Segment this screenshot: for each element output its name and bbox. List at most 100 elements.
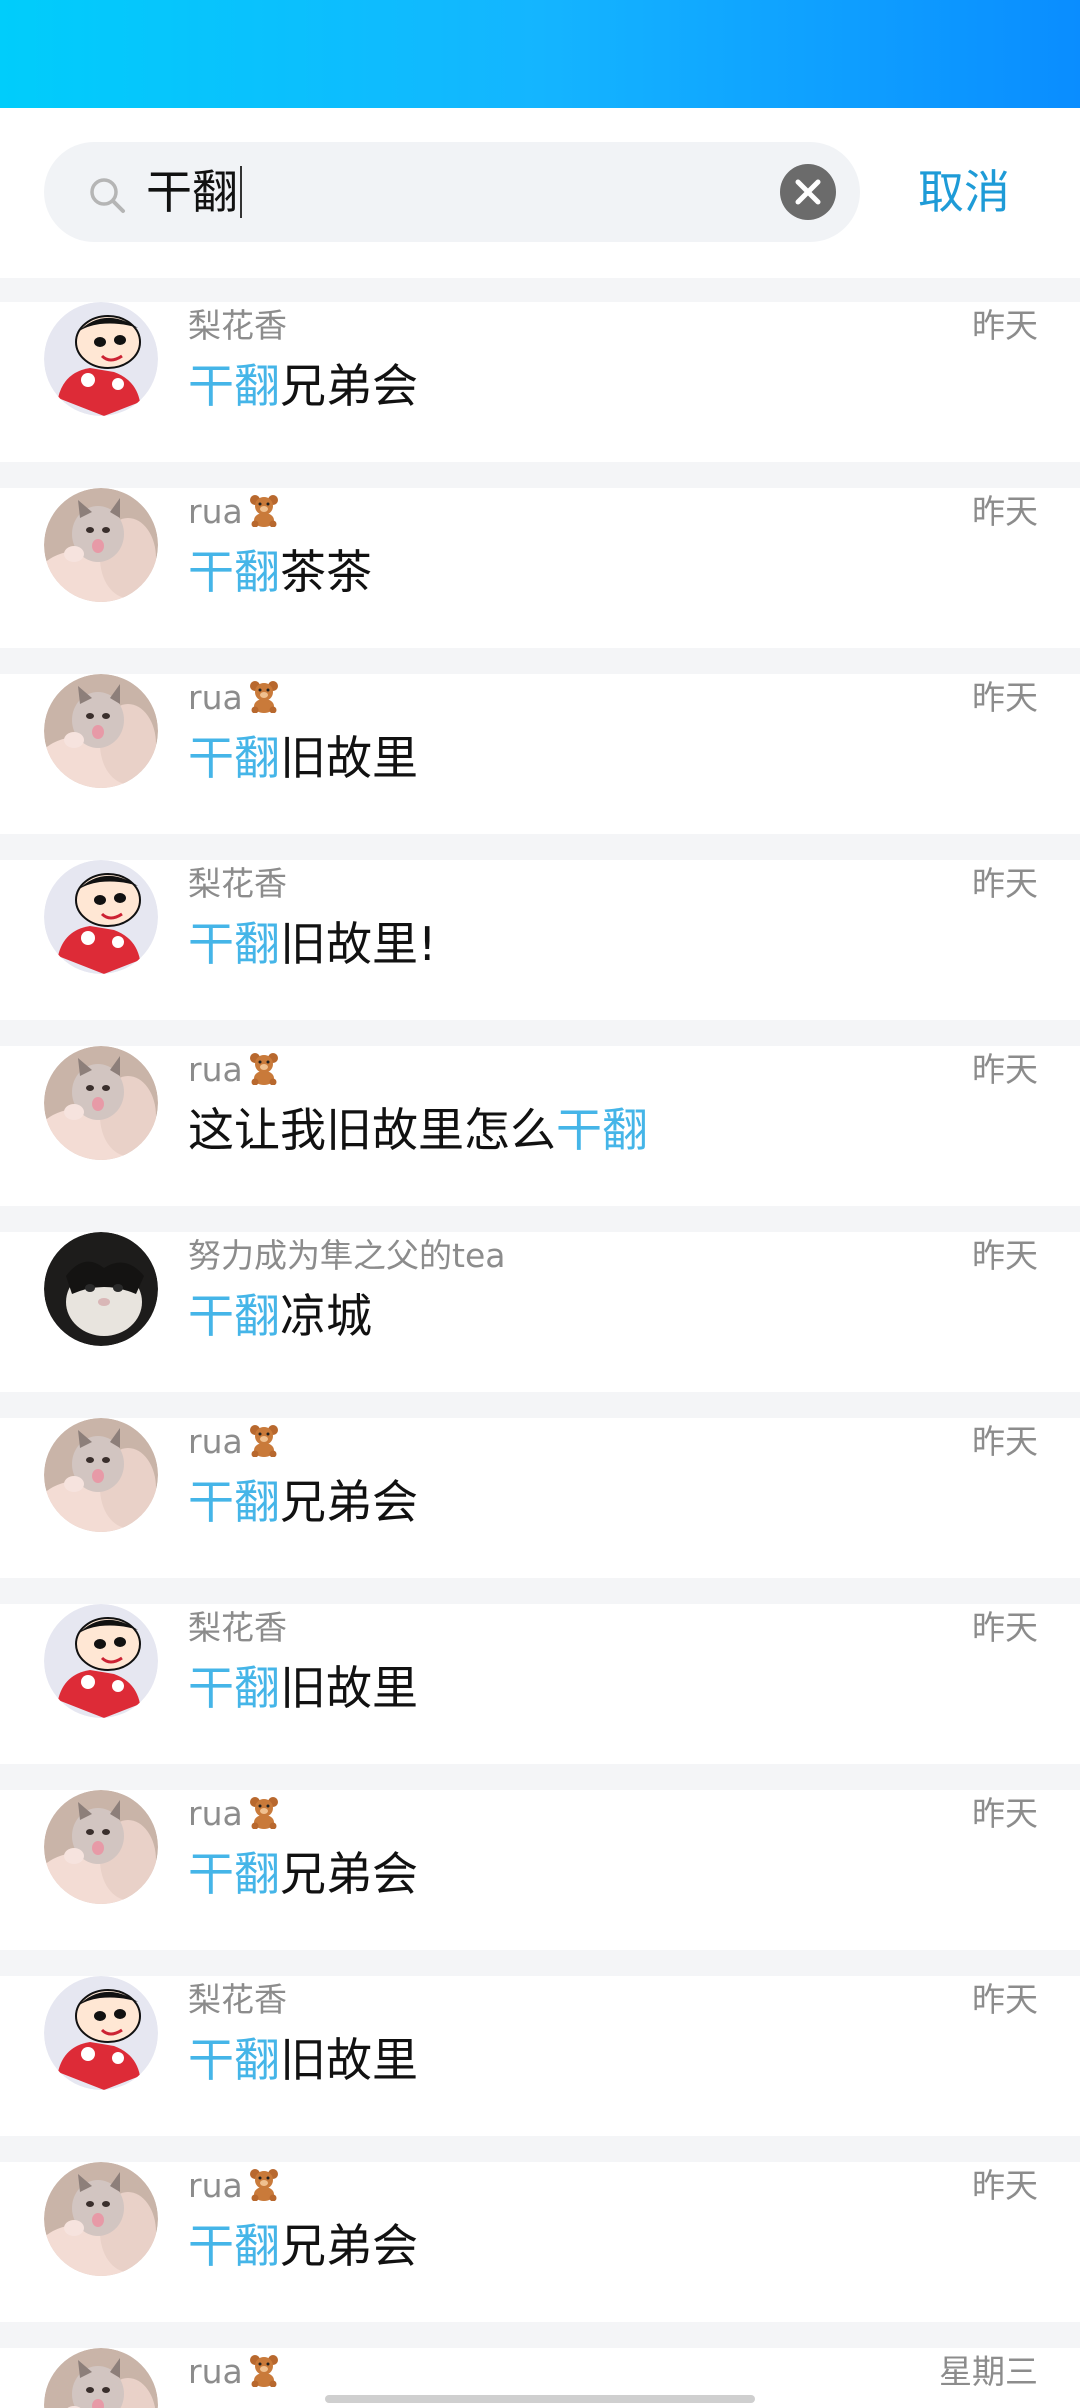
- message-snippet: 干翻茶茶: [188, 542, 372, 602]
- shinchan-avatar[interactable]: [44, 1976, 158, 2090]
- teddy-bear-emoji-icon: [249, 1797, 278, 1829]
- message-snippet: 干翻旧故里!: [188, 914, 436, 974]
- kitten-avatar[interactable]: [44, 2348, 158, 2408]
- sender-name-text: 努力成为隼之父的tea: [188, 1236, 506, 1275]
- search-result-row[interactable]: 梨花香 昨天干翻旧故里: [0, 1976, 1080, 2136]
- message-snippet: 这让我旧故里怎么干翻: [188, 1100, 648, 1160]
- kitten-avatar[interactable]: [44, 1790, 158, 1904]
- teddy-bear-emoji-icon: [249, 681, 278, 713]
- message-snippet: 干翻旧故里: [188, 1658, 418, 1718]
- message-snippet: 干翻兄弟会: [188, 356, 418, 416]
- sender-name-text: 梨花香: [188, 1608, 287, 1647]
- snippet-keyword-highlight: 干翻: [188, 1847, 280, 1901]
- kitten-avatar[interactable]: [44, 2162, 158, 2276]
- message-snippet: 干翻凉城: [188, 1286, 372, 1346]
- snippet-text: 兄弟会: [280, 2219, 418, 2273]
- message-time: 昨天: [972, 1422, 1038, 1461]
- snippet-text: 兄弟会: [280, 1847, 418, 1901]
- snippet-keyword-highlight: 干翻: [188, 359, 280, 413]
- sender-name: 梨花香: [188, 306, 287, 346]
- snippet-text: 凉城: [280, 1289, 372, 1343]
- shinchan-avatar[interactable]: [44, 302, 158, 416]
- search-result-row[interactable]: rua 昨天干翻兄弟会: [0, 1418, 1080, 1578]
- teddy-bear-emoji-icon: [249, 2355, 278, 2387]
- shinchan-avatar[interactable]: [44, 1604, 158, 1718]
- message-time: 昨天: [972, 1980, 1038, 2019]
- search-result-row[interactable]: rua 昨天干翻兄弟会: [0, 2162, 1080, 2322]
- message-time: 昨天: [972, 1608, 1038, 1647]
- message-snippet: 干翻旧故里: [188, 728, 418, 788]
- sender-name-text: rua: [188, 2352, 243, 2391]
- teddy-bear-emoji-icon: [249, 2169, 278, 2201]
- sender-name: rua: [188, 678, 281, 718]
- sender-name: rua: [188, 2166, 281, 2206]
- clear-search-button[interactable]: [780, 164, 836, 220]
- sender-name-text: rua: [188, 678, 243, 717]
- snippet-text: 兄弟会: [280, 1475, 418, 1529]
- message-time: 昨天: [972, 678, 1038, 717]
- search-query-text[interactable]: 干翻: [146, 166, 242, 218]
- sender-name: rua: [188, 1794, 281, 1834]
- close-icon: [795, 179, 821, 205]
- shinchan-avatar[interactable]: [44, 860, 158, 974]
- sender-name: rua: [188, 492, 281, 532]
- sender-name: 梨花香: [188, 1980, 287, 2020]
- snippet-keyword-highlight: 干翻: [188, 545, 280, 599]
- kitten-avatar[interactable]: [44, 674, 158, 788]
- kitten-avatar[interactable]: [44, 1418, 158, 1532]
- message-snippet: 干翻兄弟会: [188, 1472, 418, 1532]
- teddy-bear-emoji-icon: [249, 495, 278, 527]
- status-header-bar: [0, 0, 1080, 108]
- search-result-row[interactable]: rua 昨天 干翻兄弟会: [0, 1790, 1080, 1950]
- snippet-text: 旧故里: [280, 1661, 418, 1715]
- message-snippet: 干翻兄弟会: [188, 1844, 418, 1904]
- search-result-row[interactable]: rua 昨天干翻旧故里: [0, 674, 1080, 834]
- snippet-keyword-highlight: 干翻: [556, 1103, 648, 1157]
- sender-name: 梨花香: [188, 1608, 287, 1648]
- search-result-row[interactable]: 梨花香 昨天干翻旧故里!: [0, 860, 1080, 1020]
- message-time: 星期三: [939, 2352, 1038, 2391]
- sender-name-text: rua: [188, 1794, 243, 1833]
- snippet-text: 旧故里: [280, 2033, 418, 2087]
- snippet-keyword-highlight: 干翻: [188, 2033, 280, 2087]
- message-time: 昨天: [972, 864, 1038, 903]
- message-time: 昨天: [972, 492, 1038, 531]
- search-result-row[interactable]: rua 昨天 这让我旧故里怎么干翻: [0, 1046, 1080, 1206]
- search-icon: [90, 178, 125, 213]
- sender-name-text: rua: [188, 1422, 243, 1461]
- sender-name: rua: [188, 1050, 281, 1090]
- sender-name-text: rua: [188, 1050, 243, 1089]
- sender-name-text: 梨花香: [188, 864, 287, 903]
- snippet-text: 茶茶: [280, 545, 372, 599]
- sender-name: rua: [188, 1422, 281, 1462]
- black-white-cat-avatar[interactable]: [44, 1232, 158, 1346]
- sender-name: rua: [188, 2352, 281, 2392]
- search-bar: 干翻 取消: [0, 108, 1080, 278]
- snippet-text: 兄弟会: [280, 359, 418, 413]
- sender-name-text: rua: [188, 492, 243, 531]
- message-snippet: 干翻兄弟会: [188, 2216, 418, 2276]
- snippet-keyword-highlight: 干翻: [188, 917, 280, 971]
- snippet-keyword-highlight: 干翻: [188, 1289, 280, 1343]
- sender-name-text: rua: [188, 2166, 243, 2205]
- search-result-row[interactable]: 梨花香 昨天干翻旧故里: [0, 1604, 1080, 1764]
- snippet-text: 旧故里!: [280, 917, 437, 971]
- teddy-bear-emoji-icon: [249, 1425, 278, 1457]
- message-time: 昨天: [972, 2166, 1038, 2205]
- message-time: 昨天: [972, 1236, 1038, 1275]
- kitten-avatar[interactable]: [44, 488, 158, 602]
- search-result-row[interactable]: 努力成为隼之父的tea 昨天干翻凉城: [0, 1232, 1080, 1392]
- snippet-keyword-highlight: 干翻: [188, 2219, 280, 2273]
- sender-name: 梨花香: [188, 864, 287, 904]
- search-result-row[interactable]: rua 昨天干翻茶茶: [0, 488, 1080, 648]
- search-result-row[interactable]: 梨花香 昨天 干翻兄弟会: [0, 302, 1080, 462]
- cancel-button[interactable]: 取消: [918, 164, 1010, 220]
- kitten-avatar[interactable]: [44, 1046, 158, 1160]
- snippet-text: 这让我旧故里怎么: [188, 1103, 556, 1157]
- search-input[interactable]: 干翻: [44, 142, 860, 242]
- sender-name-text: 梨花香: [188, 1980, 287, 2019]
- sender-name: 努力成为隼之父的tea: [188, 1236, 505, 1276]
- teddy-bear-emoji-icon: [249, 1053, 278, 1085]
- snippet-keyword-highlight: 干翻: [188, 1661, 280, 1715]
- home-indicator[interactable]: [325, 2395, 755, 2403]
